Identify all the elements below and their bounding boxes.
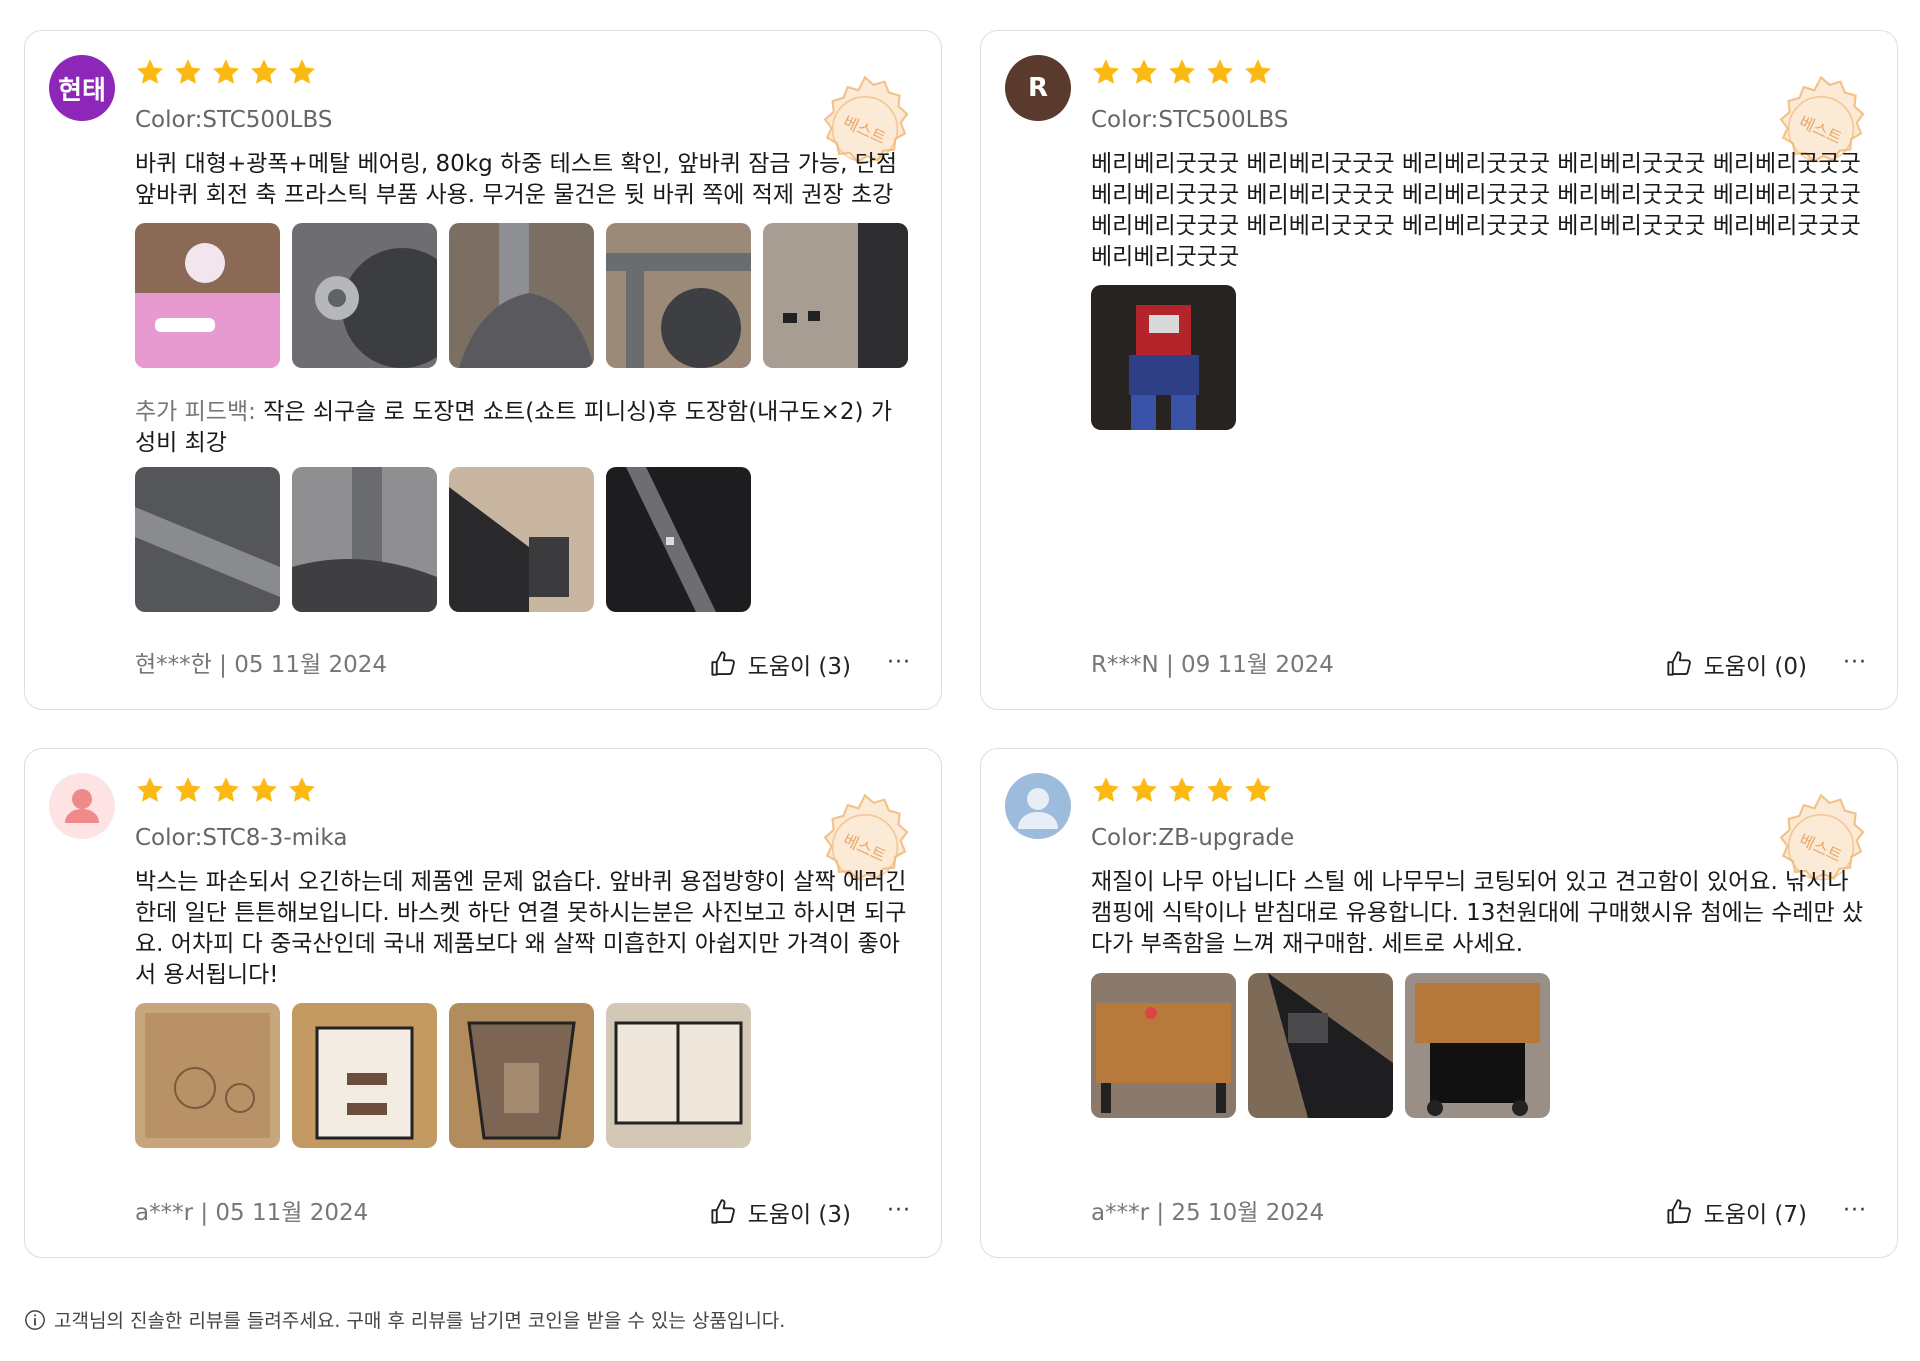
user-icon [65, 789, 99, 823]
star-rating [135, 775, 317, 805]
star-icon [1129, 775, 1159, 805]
review-photo[interactable] [606, 467, 751, 612]
review-card: R Color:STC500LBS 베스트 베리베리굿굿굿 베리베리굿굿굿 베리… [980, 30, 1898, 710]
star-icon [173, 775, 203, 805]
star-icon [1129, 57, 1159, 87]
helpful-label: 도움이 (0) [1703, 654, 1807, 680]
star-icon [173, 57, 203, 87]
helpful-label: 도움이 (7) [1703, 1202, 1807, 1228]
review-card: 현태 Color:STC500LBS 베스트 바퀴 대형+광폭+메탈 베어링, … [24, 30, 942, 710]
avatar: R [1005, 55, 1071, 121]
star-rating [1091, 775, 1273, 805]
thumbs-up-icon [1664, 649, 1694, 679]
star-rating [135, 57, 317, 87]
avatar-initials: 현태 [58, 75, 106, 106]
review-photo[interactable] [135, 467, 280, 612]
review-photos [135, 1003, 751, 1148]
review-photo[interactable] [1091, 973, 1236, 1118]
review-photo[interactable] [1405, 973, 1550, 1118]
author-date: a***r | 05 11월 2024 [135, 1200, 369, 1226]
thumbs-up-icon [1664, 1197, 1694, 1227]
review-photos [135, 223, 908, 368]
review-photo[interactable] [606, 223, 751, 368]
additional-feedback: 추가 피드백: 작은 쇠구슬 로 도장면 쇼트(쇼트 피니싱)후 도장함(내구도… [135, 397, 913, 461]
star-icon [135, 57, 165, 87]
star-icon [1167, 775, 1197, 805]
review-photo[interactable] [292, 467, 437, 612]
review-text: 재질이 나무 아닙니다 스틸 에 나무무늬 코팅되어 있고 견고함이 있어요. … [1091, 869, 1864, 957]
review-photo[interactable] [135, 223, 280, 368]
review-card: Color:ZB-upgrade 베스트 재질이 나무 아닙니다 스틸 에 나무… [980, 748, 1898, 1258]
color-option: Color:STC500LBS [1091, 107, 1289, 133]
star-icon [1205, 57, 1235, 87]
review-photo[interactable] [449, 223, 594, 368]
review-photo[interactable] [763, 223, 908, 368]
star-icon [249, 775, 279, 805]
avatar: 현태 [49, 55, 115, 121]
review-photo[interactable] [449, 1003, 594, 1148]
avatar [1005, 773, 1071, 839]
star-icon [1091, 775, 1121, 805]
review-text: 박스는 파손되서 오긴하는데 제품엔 문제 없습다. 앞바퀴 용접방향이 살짝 … [135, 869, 907, 988]
info-icon [25, 1309, 45, 1330]
review-photo[interactable] [292, 223, 437, 368]
star-icon [211, 775, 241, 805]
feedback-label: 추가 피드백: [135, 399, 256, 425]
helpful-button[interactable]: 도움이 (3) [708, 1195, 851, 1229]
more-options-button[interactable]: ··· [1843, 650, 1867, 675]
more-options-button[interactable]: ··· [1843, 1198, 1867, 1223]
avatar [49, 773, 115, 839]
user-icon [1018, 788, 1058, 829]
feedback-photos [135, 467, 751, 612]
helpful-label: 도움이 (3) [747, 1202, 851, 1228]
star-icon [1205, 775, 1235, 805]
more-options-button[interactable]: ··· [887, 1198, 911, 1223]
thumbs-up-icon [708, 1197, 738, 1227]
author-date: 현***한 | 05 11월 2024 [135, 652, 388, 678]
star-icon [1091, 57, 1121, 87]
review-photo[interactable] [1248, 973, 1393, 1118]
review-notice: 고객님의 진솔한 리뷰를 들려주세요. 구매 후 리뷰를 남기면 코인을 받을 … [24, 1306, 785, 1333]
star-icon [1243, 57, 1273, 87]
author-date: R***N | 09 11월 2024 [1091, 652, 1334, 678]
review-photo[interactable] [292, 1003, 437, 1148]
review-photos [1091, 973, 1550, 1118]
helpful-button[interactable]: 도움이 (0) [1664, 647, 1807, 681]
star-icon [249, 57, 279, 87]
review-text: 바퀴 대형+광폭+메탈 베어링, 80kg 하중 테스트 확인, 앞바퀴 잠금 … [135, 151, 898, 208]
review-card: Color:STC8-3-mika 베스트 박스는 파손되서 오긴하는데 제품엔… [24, 748, 942, 1258]
color-option: Color:ZB-upgrade [1091, 825, 1295, 851]
review-notice-text: 고객님의 진솔한 리뷰를 들려주세요. 구매 후 리뷰를 남기면 코인을 받을 … [54, 1310, 786, 1332]
star-icon [1167, 57, 1197, 87]
more-options-button[interactable]: ··· [887, 650, 911, 675]
color-option: Color:STC500LBS [135, 107, 333, 133]
helpful-button[interactable]: 도움이 (3) [708, 647, 851, 681]
star-icon [211, 57, 241, 87]
review-photo[interactable] [606, 1003, 751, 1148]
thumbs-up-icon [708, 649, 738, 679]
author-date: a***r | 25 10월 2024 [1091, 1200, 1325, 1226]
review-photo[interactable] [449, 467, 594, 612]
review-text: 베리베리굿굿굿 베리베리굿굿굿 베리베리굿굿굿 베리베리굿굿굿 베리베리굿굿굿 … [1091, 151, 1861, 270]
review-photo[interactable] [135, 1003, 280, 1148]
helpful-label: 도움이 (3) [747, 654, 851, 680]
star-icon [287, 57, 317, 87]
color-option: Color:STC8-3-mika [135, 825, 348, 851]
star-icon [1243, 775, 1273, 805]
star-icon [135, 775, 165, 805]
review-photo[interactable] [1091, 285, 1236, 430]
review-photos [1091, 285, 1236, 430]
star-icon [287, 775, 317, 805]
helpful-button[interactable]: 도움이 (7) [1664, 1195, 1807, 1229]
star-rating [1091, 57, 1273, 87]
avatar-initials: R [1027, 73, 1049, 103]
